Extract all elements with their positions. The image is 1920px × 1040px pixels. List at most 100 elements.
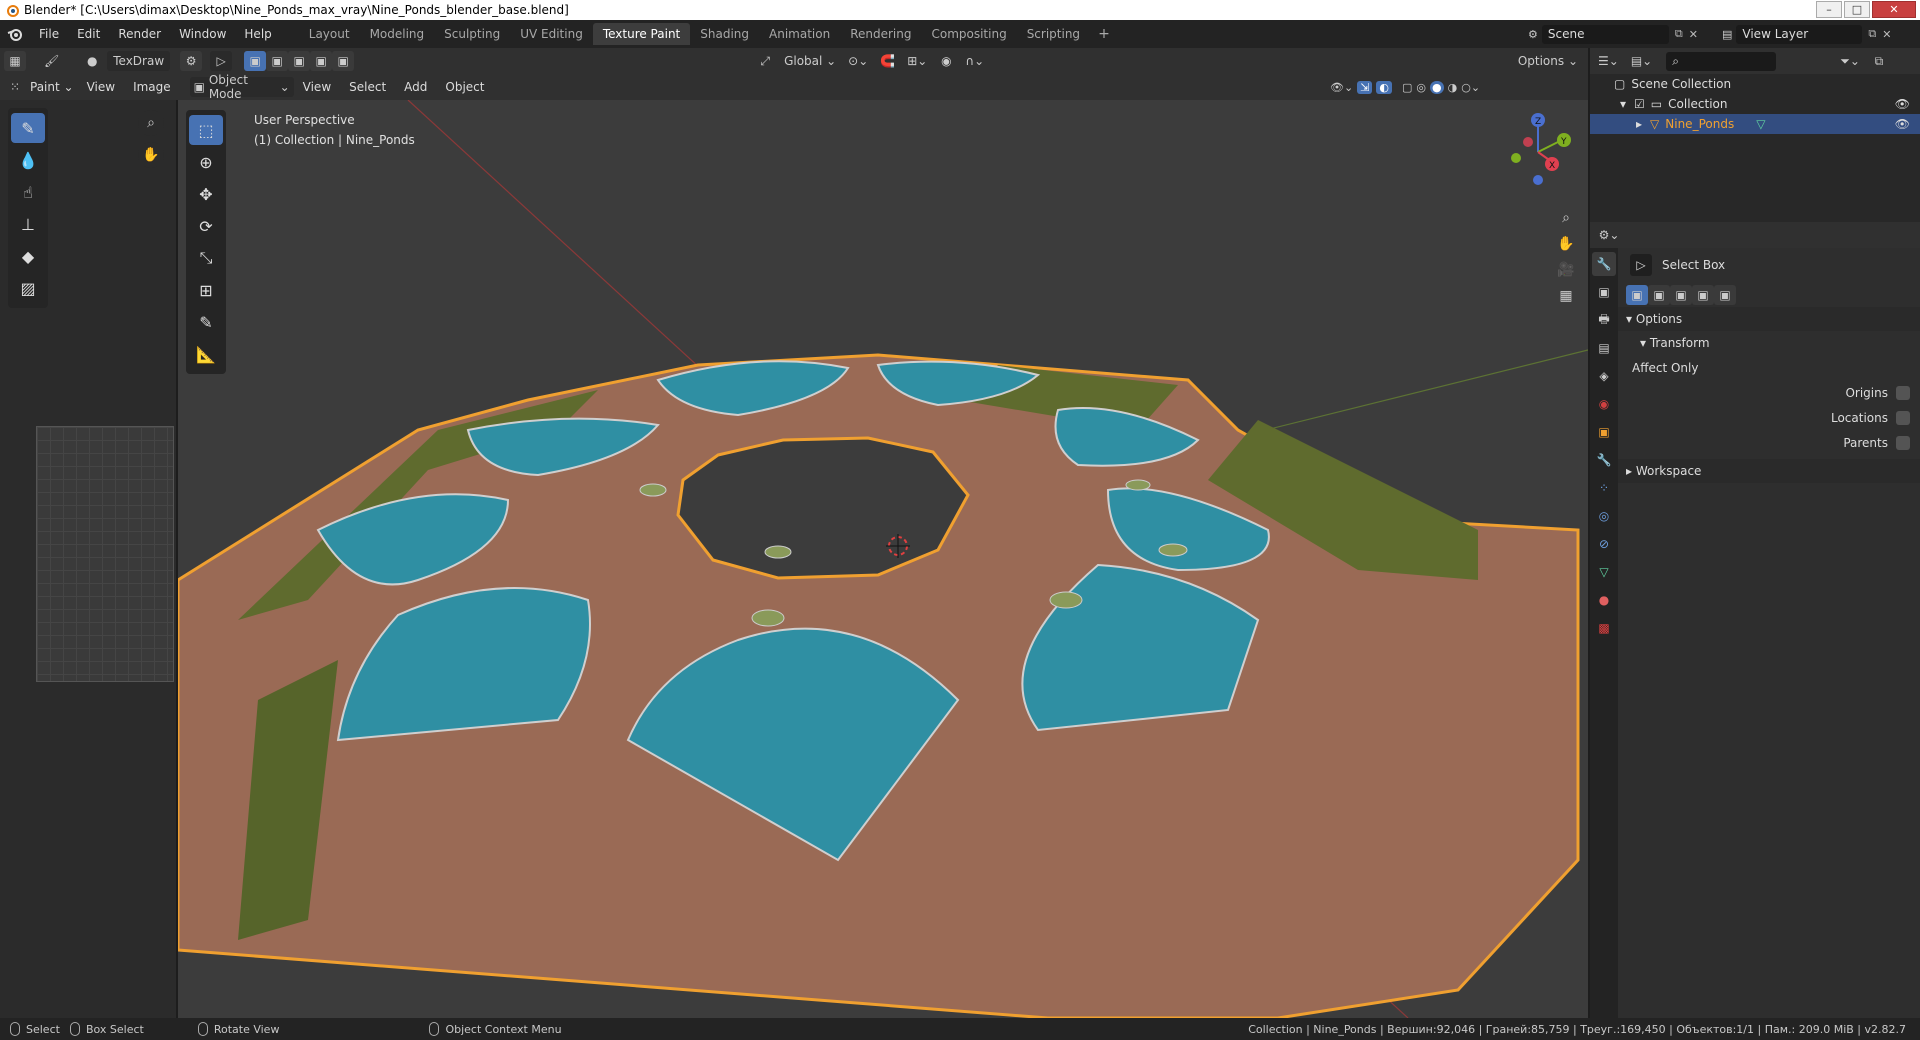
add-workspace-icon[interactable]: + (1090, 23, 1118, 45)
new-collection-icon[interactable]: ⧉ (1868, 51, 1890, 71)
paint-mode-icon[interactable]: ⁙ (4, 77, 26, 97)
paint-brush-icon[interactable]: 🖌 (40, 51, 63, 71)
props-mode-new-icon[interactable]: ▣ (1626, 284, 1648, 305)
scene-tab-icon[interactable]: ◈ (1592, 364, 1616, 388)
clone-stamp-icon[interactable]: ⊥ (11, 209, 45, 239)
scale-icon[interactable]: ⤡ (189, 243, 223, 273)
transform-orientation-icon[interactable]: ⤢ (754, 51, 776, 71)
select-mode-subtract-icon[interactable]: ▣ (288, 51, 311, 71)
tab-rendering[interactable]: Rendering (840, 23, 921, 45)
3d-viewport[interactable]: ⬚ ⊕ ✥ ⟳ ⤡ ⊞ ✎ 📐 User Perspective (1) Col… (178, 100, 1588, 1018)
image-editor[interactable]: ✎ 💧 ☝ ⊥ ◆ ▨ ⌕ ✋ (0, 100, 176, 1020)
viewport-pan-hand-icon[interactable]: ✋ (1554, 232, 1578, 256)
filter-icon[interactable]: ⏷⌄ (1836, 51, 1864, 71)
tab-compositing[interactable]: Compositing (921, 23, 1016, 45)
outliner-editor-type-icon[interactable]: ☰⌄ (1594, 51, 1623, 71)
move-icon[interactable]: ✥ (189, 179, 223, 209)
cursor-icon[interactable]: ⊕ (189, 147, 223, 177)
origins-checkbox[interactable] (1896, 385, 1910, 400)
navigation-gizmo[interactable]: Z Y X (1498, 100, 1588, 200)
select-mode-invert-icon[interactable]: ▣ (310, 51, 333, 71)
menu-help[interactable]: Help (235, 23, 280, 45)
viewport-zoom-icon[interactable]: ⌕ (1554, 206, 1578, 230)
rendered-shading-icon[interactable]: ○⌄ (1461, 81, 1480, 94)
render-tab-icon[interactable]: ▣ (1592, 280, 1616, 304)
texture-tab-icon[interactable]: ▩ (1592, 616, 1616, 640)
visibility-icon[interactable]: 👁⌄ (1330, 81, 1353, 94)
locations-checkbox[interactable] (1896, 410, 1910, 425)
transform-icon[interactable]: ⊞ (189, 275, 223, 305)
parents-checkbox[interactable] (1896, 435, 1910, 450)
menu-render[interactable]: Render (109, 23, 170, 45)
copy-scene-icon[interactable]: ⧉ (1675, 27, 1683, 41)
select-mode-intersect-icon[interactable]: ▣ (332, 51, 355, 71)
material-shading-icon[interactable]: ◑ (1448, 81, 1458, 94)
expand-arrow-icon[interactable]: ▸ (1636, 117, 1642, 131)
world-tab-icon[interactable]: ◉ (1592, 392, 1616, 416)
options-dropdown[interactable]: Options ⌄ (1514, 51, 1582, 71)
falloff-icon[interactable]: ∩⌄ (961, 51, 988, 71)
outliner-search-input[interactable]: ⌕ (1666, 51, 1777, 71)
outliner-object-nine-ponds[interactable]: ▸ ▽ Nine_Ponds ▽ 👁 (1590, 114, 1920, 134)
props-mode-intersect-icon[interactable]: ▣ (1714, 284, 1736, 305)
proportional-edit-icon[interactable]: ◉ (935, 51, 957, 71)
collapse-arrow-icon[interactable]: ▾ (1620, 97, 1626, 111)
viewport-editor-type-icon[interactable]: ⚙ (180, 51, 203, 71)
object-visibility-icon[interactable]: 👁 (1895, 117, 1910, 131)
viewport-menu-select[interactable]: Select (340, 76, 395, 98)
tab-modeling[interactable]: Modeling (360, 23, 435, 45)
outliner-scene-collection[interactable]: ▢ Scene Collection (1590, 74, 1920, 94)
brush-preview-icon[interactable]: ● (81, 51, 103, 71)
tab-texture-paint[interactable]: Texture Paint (592, 23, 691, 45)
minimize-button[interactable]: – (1816, 1, 1842, 18)
view-layer-tab-icon[interactable]: ▤ (1592, 336, 1616, 360)
physics-tab-icon[interactable]: ◎ (1592, 504, 1616, 528)
object-tab-icon[interactable]: ▣ (1592, 420, 1616, 444)
output-tab-icon[interactable]: 🖶 (1592, 308, 1616, 332)
scene-name-field[interactable]: Scene (1541, 24, 1669, 44)
display-mode-icon[interactable]: ▤⌄ (1627, 51, 1656, 71)
smear-icon[interactable]: ☝ (11, 177, 45, 207)
image-paint-mode-dropdown[interactable]: Paint ⌄ (26, 76, 78, 98)
properties-editor-type-icon[interactable]: ⚙⌄ (1594, 225, 1624, 245)
view-layer-selector[interactable]: ▤ View Layer ⧉ ✕ (1722, 24, 1912, 44)
constraints-tab-icon[interactable]: ⊘ (1592, 532, 1616, 556)
particles-tab-icon[interactable]: ⁘ (1592, 476, 1616, 500)
origins-row[interactable]: Origins (1618, 380, 1920, 405)
close-button[interactable]: ✕ (1872, 1, 1916, 18)
orientation-dropdown[interactable]: Global ⌄ (780, 51, 840, 71)
fill-bucket-icon[interactable]: ◆ (11, 241, 45, 271)
annotate-icon[interactable]: ✎ (189, 307, 223, 337)
camera-view-icon[interactable]: 🎥 (1554, 258, 1578, 282)
solid-shading-icon[interactable]: ● (1430, 80, 1444, 94)
rotate-icon[interactable]: ⟳ (189, 211, 223, 241)
props-mode-invert-icon[interactable]: ▣ (1692, 284, 1714, 305)
menu-window[interactable]: Window (170, 23, 235, 45)
tab-sculpting[interactable]: Sculpting (434, 23, 510, 45)
tab-uv-editing[interactable]: UV Editing (510, 23, 593, 45)
xray-icon[interactable]: ▢ (1402, 81, 1412, 94)
snap-icon[interactable]: 🧲 (876, 51, 899, 71)
modifier-tab-icon[interactable]: 🔧 (1592, 448, 1616, 472)
select-box-tool-icon[interactable]: ▷ (210, 51, 233, 71)
gizmo-toggle-icon[interactable]: ⇲ (1357, 80, 1373, 94)
viewport-menu-object[interactable]: Object (436, 76, 493, 98)
tab-layout[interactable]: Layout (299, 23, 360, 45)
locations-row[interactable]: Locations (1618, 405, 1920, 430)
viewport-menu-view[interactable]: View (294, 76, 340, 98)
tool-tab-icon[interactable]: 🔧 (1592, 252, 1616, 276)
copy-view-layer-icon[interactable]: ⧉ (1868, 27, 1876, 41)
transform-panel-header[interactable]: ▾ Transform (1618, 331, 1920, 355)
material-tab-icon[interactable]: ● (1592, 588, 1616, 612)
maximize-button[interactable]: □ (1844, 1, 1870, 18)
select-mode-new-icon[interactable]: ▣ (244, 51, 267, 71)
menu-edit[interactable]: Edit (68, 23, 109, 45)
measure-icon[interactable]: 📐 (189, 339, 223, 369)
uv-grid-canvas[interactable] (36, 426, 174, 682)
tab-scripting[interactable]: Scripting (1017, 23, 1090, 45)
blender-menu-icon[interactable] (0, 27, 30, 41)
select-box-icon[interactable]: ⬚ (189, 115, 223, 145)
options-panel-header[interactable]: ▾ Options (1618, 307, 1920, 331)
brush-name-field[interactable]: TexDraw (107, 51, 171, 71)
props-mode-extend-icon[interactable]: ▣ (1648, 284, 1670, 305)
